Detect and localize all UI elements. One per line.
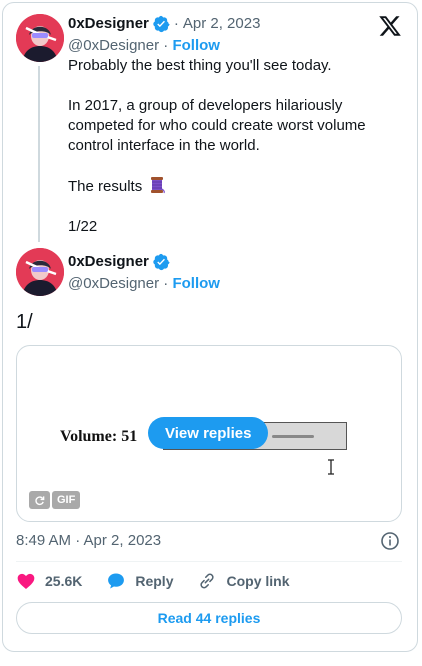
separator-dot: · — [163, 275, 169, 292]
separator-dot: · — [173, 15, 179, 32]
tweet-text: 1/ — [16, 311, 33, 333]
view-replies-button[interactable]: View replies — [148, 417, 269, 449]
results-text: The results — [68, 178, 143, 195]
gif-label: GIF — [52, 491, 81, 509]
follow-button[interactable]: Follow — [172, 37, 220, 54]
reply-label: Reply — [135, 573, 174, 589]
gif-badge: GIF — [29, 491, 81, 509]
tweet-text-line: Probably the best thing you'll see today… — [68, 57, 332, 74]
like-count: 25.6K — [45, 573, 83, 589]
tweet-text-line: The results — [68, 176, 398, 197]
volume-track — [272, 435, 314, 438]
author-row: 0xDesigner · Apr 2, 2023 — [68, 14, 260, 34]
handle-row: @0xDesigner · Follow — [68, 274, 220, 294]
action-bar: 25.6K Reply Copy link — [16, 571, 290, 591]
link-icon — [200, 573, 215, 589]
verified-badge-icon — [153, 253, 170, 271]
replay-icon[interactable] — [29, 491, 50, 509]
tweet-date[interactable]: Apr 2, 2023 — [183, 14, 261, 34]
thread-connector-line — [38, 66, 40, 242]
tweet-text-paragraph: In 2017, a group of developers hilarious… — [68, 97, 366, 154]
heart-icon — [17, 573, 35, 589]
author-row: 0xDesigner — [68, 252, 170, 272]
tweet-body: Probably the best thing you'll see today… — [68, 56, 398, 237]
avatar[interactable] — [16, 14, 64, 62]
separator-dot: · — [163, 37, 169, 54]
info-icon[interactable] — [380, 531, 400, 551]
reply-button[interactable]: Reply — [106, 571, 173, 591]
reply-bubble-icon — [108, 573, 125, 589]
copy-link-button[interactable]: Copy link — [197, 571, 290, 591]
handle-row: @0xDesigner · Follow — [68, 36, 220, 56]
spool-emoji-icon — [151, 177, 166, 194]
thread-counter: 1/22 — [68, 218, 98, 235]
display-name[interactable]: 0xDesigner — [68, 14, 149, 34]
like-button[interactable]: 25.6K — [16, 571, 82, 591]
gif-media[interactable]: Volume: 51 View replies GIF — [16, 345, 402, 522]
verified-badge-icon — [153, 15, 170, 33]
handle[interactable]: @0xDesigner — [68, 37, 159, 54]
divider — [16, 561, 402, 562]
copy-link-label: Copy link — [226, 573, 290, 589]
read-replies-button[interactable]: Read 44 replies — [16, 602, 402, 634]
follow-button[interactable]: Follow — [172, 275, 220, 292]
x-logo-icon[interactable] — [378, 14, 402, 38]
display-name[interactable]: 0xDesigner — [68, 252, 149, 272]
tweet-timestamp[interactable]: 8:49 AM · Apr 2, 2023 — [16, 531, 161, 551]
text-cursor-icon — [328, 459, 334, 475]
volume-label: Volume: 51 — [60, 428, 138, 445]
avatar[interactable] — [16, 248, 64, 296]
handle[interactable]: @0xDesigner — [68, 275, 159, 292]
